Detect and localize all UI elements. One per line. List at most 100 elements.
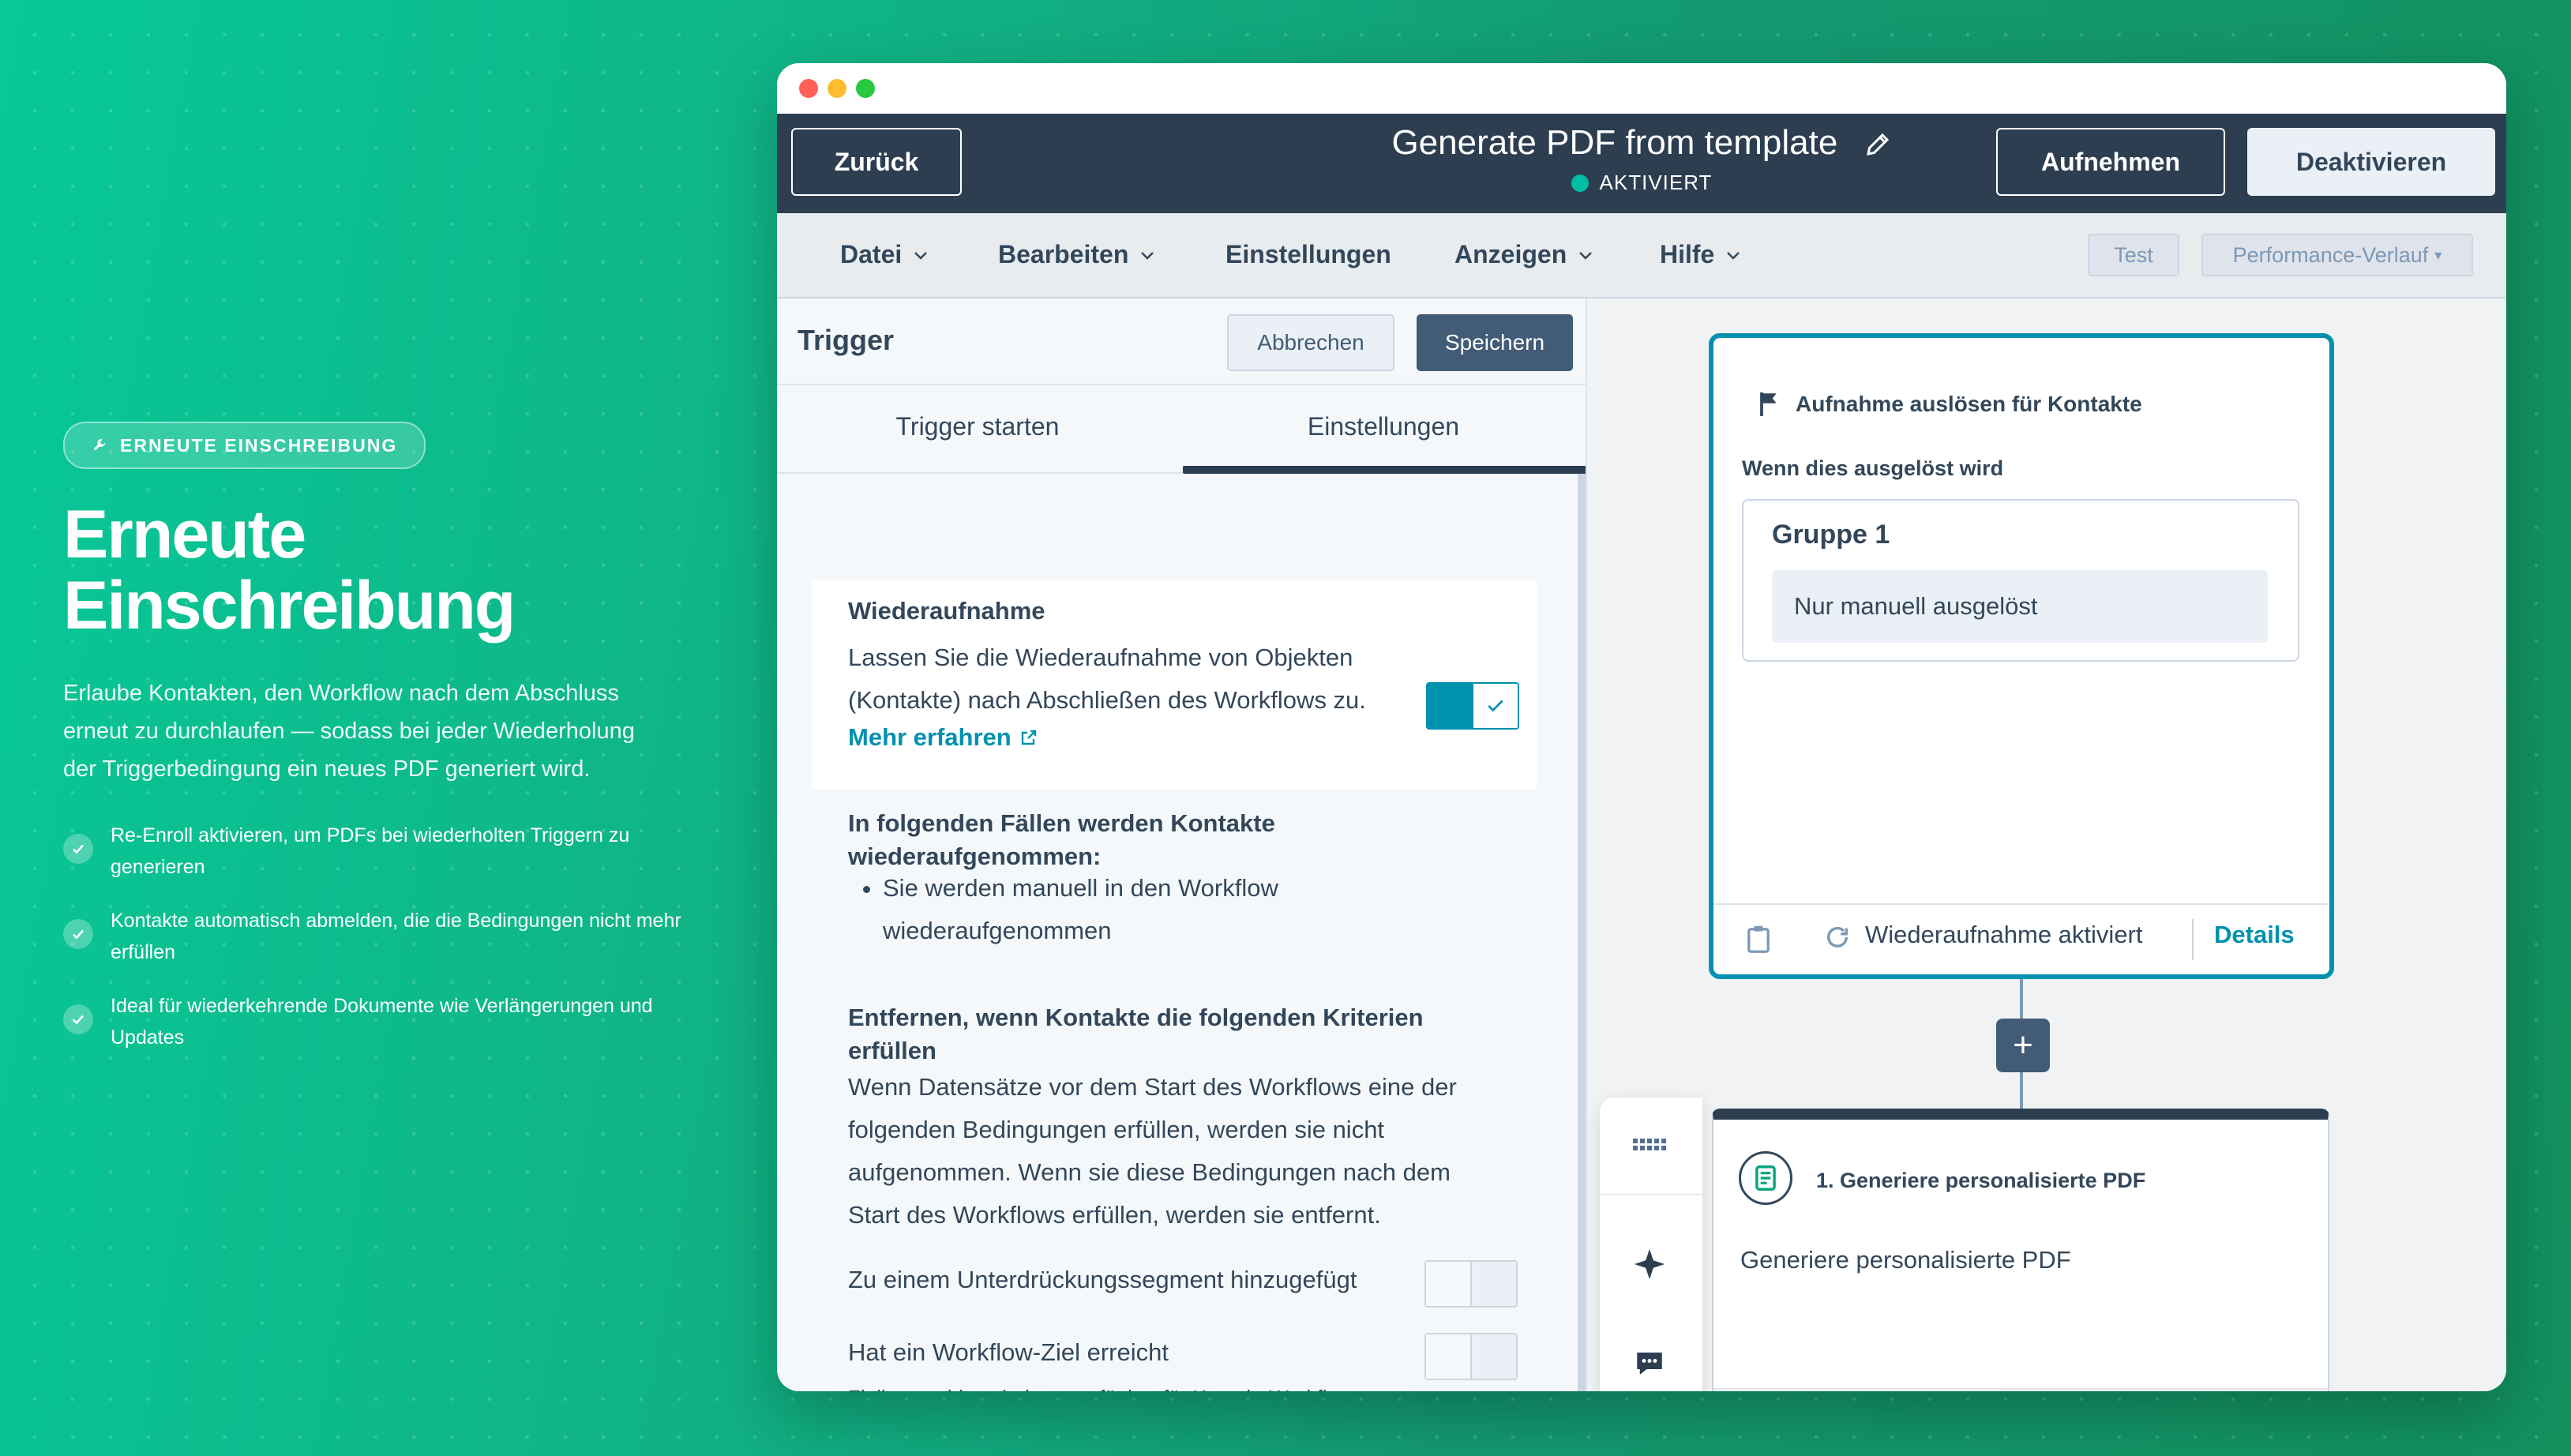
close-window-button[interactable] — [799, 79, 818, 98]
trigger-group[interactable]: Gruppe 1 Nur manuell ausgelöst — [1742, 499, 2299, 662]
trigger-card-title: Aufnahme auslösen für Kontakte — [1796, 392, 2142, 416]
status-dot-icon — [1571, 174, 1589, 192]
active-tab-indicator — [1183, 466, 1586, 474]
feature-list: Re-Enroll aktivieren, um PDFs bei wieder… — [63, 820, 726, 1053]
action-card[interactable]: 1. Generiere personalisierte PDF Generie… — [1712, 1109, 2329, 1391]
goal-note: Zielkennzahlen sind nur verfügbar für Ko… — [848, 1382, 1369, 1391]
cases-list: Sie werden manuell in den Workflow wiede… — [848, 867, 1325, 952]
goal-toggle[interactable] — [1424, 1333, 1518, 1380]
performance-history-label: Performance-Verlauf — [2232, 242, 2429, 267]
menu-anzeigen-label: Anzeigen — [1454, 240, 1567, 268]
test-button[interactable]: Test — [2088, 234, 2179, 276]
clipboard-icon[interactable] — [1745, 924, 1772, 954]
panel-scrollbar[interactable] — [1578, 474, 1586, 1391]
chevron-down-icon — [1579, 251, 1593, 260]
connector-line — [2020, 979, 2023, 1020]
pencil-icon[interactable] — [1864, 130, 1892, 159]
toggle-knob — [1426, 1262, 1472, 1306]
footer-divider — [2192, 919, 2194, 960]
reenroll-status-text: Wiederaufnahme aktiviert — [1865, 921, 2143, 948]
marketing-section: ERNEUTE EINSCHREIBUNG Erneute Einschreib… — [63, 422, 726, 1075]
trigger-condition: Nur manuell ausgelöst — [1772, 570, 2268, 643]
details-link[interactable]: Details — [2214, 921, 2295, 949]
cases-heading: In folgenden Fällen werden Kontakte wied… — [848, 809, 1275, 870]
menu-bar: Datei Bearbeiten Einstellungen Anzeigen … — [777, 213, 2506, 298]
learn-more-label: Mehr erfahren — [848, 723, 1012, 751]
maximize-window-button[interactable] — [856, 79, 875, 98]
menu-datei[interactable]: Datei — [840, 240, 930, 269]
feature-badge: ERNEUTE EINSCHREIBUNG — [63, 422, 426, 469]
wrench-icon — [93, 438, 106, 451]
menu-datei-label: Datei — [840, 240, 903, 268]
reenroll-text: Lassen Sie die Wiederaufnahme von Objekt… — [848, 644, 1366, 714]
reenroll-toggle[interactable] — [1426, 682, 1519, 730]
flag-icon — [1760, 392, 1777, 416]
keyboard-icon[interactable] — [1631, 1134, 1671, 1158]
chevron-down-icon — [914, 251, 928, 260]
sparkle-icon[interactable] — [1631, 1246, 1668, 1282]
menu-anzeigen[interactable]: Anzeigen — [1454, 240, 1595, 269]
trigger-panel: Trigger Abbrechen Speichern Trigger star… — [777, 298, 1587, 1391]
trigger-card-header: Aufnahme auslösen für Kontakte — [1758, 390, 2142, 418]
tab-einstellungen[interactable]: Einstellungen — [1186, 412, 1581, 441]
window-titlebar — [777, 63, 2506, 114]
checkmark-icon — [1488, 700, 1503, 712]
caret-down-icon: ▾ — [2434, 246, 2442, 263]
toolbar-divider — [1600, 1194, 1702, 1195]
tab-trigger-starten[interactable]: Trigger starten — [780, 412, 1175, 441]
toggle-track-on — [1428, 684, 1473, 728]
feature-item: Kontakte automatisch abmelden, die die B… — [63, 905, 726, 968]
trigger-panel-title: Trigger — [798, 324, 895, 356]
feature-item-text: Ideal für wiederkehrende Dokumente wie V… — [111, 995, 653, 1049]
trigger-group-title: Gruppe 1 — [1772, 520, 1890, 550]
performance-history-dropdown[interactable]: Performance-Verlauf ▾ — [2201, 234, 2473, 276]
remove-heading: Entfernen, wenn Kontakte die folgenden K… — [848, 1004, 1424, 1064]
check-circle-icon — [63, 919, 93, 949]
chevron-down-icon — [1727, 251, 1740, 260]
menu-hilfe-label: Hilfe — [1660, 240, 1715, 268]
marketing-title: Erneute Einschreibung — [63, 499, 726, 641]
suppression-toggle[interactable] — [1424, 1260, 1518, 1308]
menu-bearbeiten[interactable]: Bearbeiten — [998, 240, 1157, 269]
check-circle-icon — [63, 834, 93, 864]
cancel-button[interactable]: Abbrechen — [1227, 314, 1394, 371]
learn-more-link[interactable]: Mehr erfahren — [848, 723, 1038, 752]
workflow-status-text: AKTIVIERT — [1599, 171, 1713, 194]
action-card-title: 1. Generiere personalisierte PDF — [1816, 1169, 2146, 1192]
trigger-tabs: Trigger starten Einstellungen — [777, 385, 1586, 474]
chat-icon[interactable] — [1633, 1347, 1666, 1380]
toggle-knob — [1426, 1334, 1472, 1379]
toggle-knob — [1473, 684, 1518, 728]
marketing-title-line2: Einschreibung — [63, 568, 516, 644]
case-item: Sie werden manuell in den Workflow wiede… — [883, 867, 1325, 952]
workflow-title-text: Generate PDF from template — [1391, 123, 1838, 162]
enroll-button[interactable]: Aufnehmen — [1996, 128, 2225, 196]
refresh-icon — [1826, 926, 1848, 948]
goal-label: Hat ein Workflow-Ziel erreicht — [848, 1338, 1169, 1366]
reenroll-card: Wiederaufnahme Lassen Sie die Wiederaufn… — [812, 580, 1537, 790]
trigger-card[interactable]: Aufnahme auslösen für Kontakte Wenn dies… — [1709, 333, 2334, 979]
menu-hilfe[interactable]: Hilfe — [1660, 240, 1743, 269]
menu-bearbeiten-label: Bearbeiten — [998, 240, 1129, 268]
chevron-down-icon — [1141, 251, 1154, 260]
app-window: Zurück Generate PDF from template AKTIVI… — [777, 63, 2506, 1391]
menu-einstellungen[interactable]: Einstellungen — [1225, 240, 1391, 269]
marketing-description: Erlaube Kontakten, den Workflow nach dem… — [63, 681, 635, 782]
trigger-when-label: Wenn dies ausgelöst wird — [1742, 456, 2004, 480]
trigger-card-footer: Wiederaufnahme aktiviert Details — [1713, 903, 2329, 974]
trigger-panel-header: Trigger Abbrechen Speichern — [777, 298, 1586, 385]
add-action-button[interactable]: + — [1996, 1019, 2050, 1072]
action-card-divider — [1713, 1388, 2328, 1390]
remove-description: Wenn Datensätze vor dem Start des Workfl… — [848, 1073, 1457, 1229]
deactivate-button[interactable]: Deaktivieren — [2247, 128, 2495, 196]
feature-badge-label: ERNEUTE EINSCHREIBUNG — [120, 434, 398, 456]
feature-item-text: Re-Enroll aktivieren, um PDFs bei wieder… — [111, 824, 630, 878]
feature-item: Ideal für wiederkehrende Dokumente wie V… — [63, 990, 726, 1053]
workflow-canvas[interactable]: Aufnahme auslösen für Kontakte Wenn dies… — [1587, 298, 2506, 1391]
feature-item-text: Kontakte automatisch abmelden, die die B… — [111, 910, 681, 963]
minimize-window-button[interactable] — [828, 79, 846, 98]
pdf-document-icon — [1739, 1151, 1792, 1205]
marketing-title-line1: Erneute — [63, 497, 306, 572]
menu-einstellungen-label: Einstellungen — [1225, 240, 1391, 268]
save-button[interactable]: Speichern — [1417, 314, 1573, 371]
